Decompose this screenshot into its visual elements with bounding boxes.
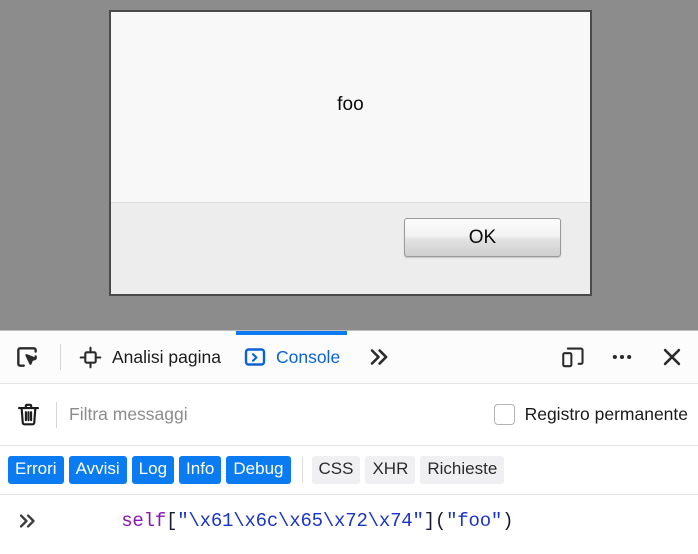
filter-pill-debug[interactable]: Debug bbox=[226, 456, 291, 484]
code-token-self: self bbox=[121, 510, 167, 532]
responsive-design-mode-button[interactable] bbox=[548, 331, 598, 384]
chevron-double-right-icon bbox=[365, 344, 391, 370]
trash-icon bbox=[15, 401, 42, 428]
page-viewport: foo OK bbox=[0, 0, 698, 330]
tab-console-label: Console bbox=[275, 346, 341, 367]
code-token-paren-open: ( bbox=[434, 510, 447, 532]
tab-inspector-label: Analisi pagina bbox=[112, 346, 221, 367]
clear-console-button[interactable] bbox=[0, 384, 56, 446]
code-token-string-alert: "\x61\x6c\x65\x72\x74" bbox=[177, 510, 424, 532]
filter-messages-input[interactable] bbox=[59, 394, 494, 435]
filter-pill-log[interactable]: Log bbox=[131, 456, 175, 484]
console-input-code[interactable]: self["\x61\x6c\x65\x72\x74"]("foo") bbox=[54, 488, 513, 554]
filter-pill-info[interactable]: Info bbox=[179, 456, 222, 484]
console-prompt-chevron bbox=[0, 508, 54, 534]
code-token-bracket-close: ] bbox=[423, 510, 435, 532]
more-options-icon bbox=[609, 344, 635, 370]
alert-dialog-footer: OK bbox=[111, 203, 590, 294]
filter-pills-divider bbox=[301, 457, 303, 483]
more-options-button[interactable] bbox=[598, 331, 646, 384]
more-tabs-button[interactable] bbox=[351, 331, 405, 384]
console-input-row[interactable]: self["\x61\x6c\x65\x72\x74"]("foo") bbox=[0, 495, 698, 547]
filter-pill-richieste[interactable]: Richieste bbox=[420, 456, 505, 484]
filter-pill-css[interactable]: CSS bbox=[311, 456, 361, 484]
responsive-design-mode-icon bbox=[560, 344, 586, 370]
persist-logs-toggle[interactable]: Registro permanente bbox=[493, 404, 698, 425]
close-icon bbox=[659, 344, 685, 370]
alert-dialog-message: foo bbox=[337, 94, 364, 115]
console-prompt-icon bbox=[243, 345, 267, 369]
tab-console[interactable]: Console bbox=[232, 330, 351, 384]
toolbar-divider bbox=[60, 344, 61, 370]
alert-dialog: foo OK bbox=[109, 10, 592, 296]
filter-pill-errori[interactable]: Errori bbox=[8, 456, 64, 484]
close-devtools-button[interactable] bbox=[646, 331, 698, 384]
alert-dialog-body: foo bbox=[111, 12, 590, 203]
tab-inspector[interactable]: Analisi pagina bbox=[67, 331, 232, 384]
pick-element-icon bbox=[14, 344, 40, 370]
page-inspector-icon bbox=[78, 345, 103, 370]
console-filter-bar: Registro permanente bbox=[0, 384, 698, 446]
code-token-paren-close: ) bbox=[502, 510, 514, 532]
devtools-panel: Analisi pagina Console Filtra messaggi R… bbox=[0, 330, 698, 548]
persist-logs-checkbox[interactable] bbox=[493, 404, 515, 425]
code-token-bracket-open: [ bbox=[166, 510, 178, 532]
filter-pill-avvisi[interactable]: Avvisi bbox=[68, 456, 127, 484]
filter-pill-xhr[interactable]: XHR bbox=[365, 456, 416, 484]
devtools-toolbar: Analisi pagina Console bbox=[0, 330, 698, 384]
persist-logs-label: Registro permanente bbox=[524, 404, 688, 424]
alert-dialog-ok-button[interactable]: OK bbox=[404, 218, 561, 257]
code-token-string-foo: "foo" bbox=[446, 510, 503, 532]
filter-bar-divider bbox=[56, 401, 57, 428]
pick-element-button[interactable] bbox=[0, 331, 54, 384]
